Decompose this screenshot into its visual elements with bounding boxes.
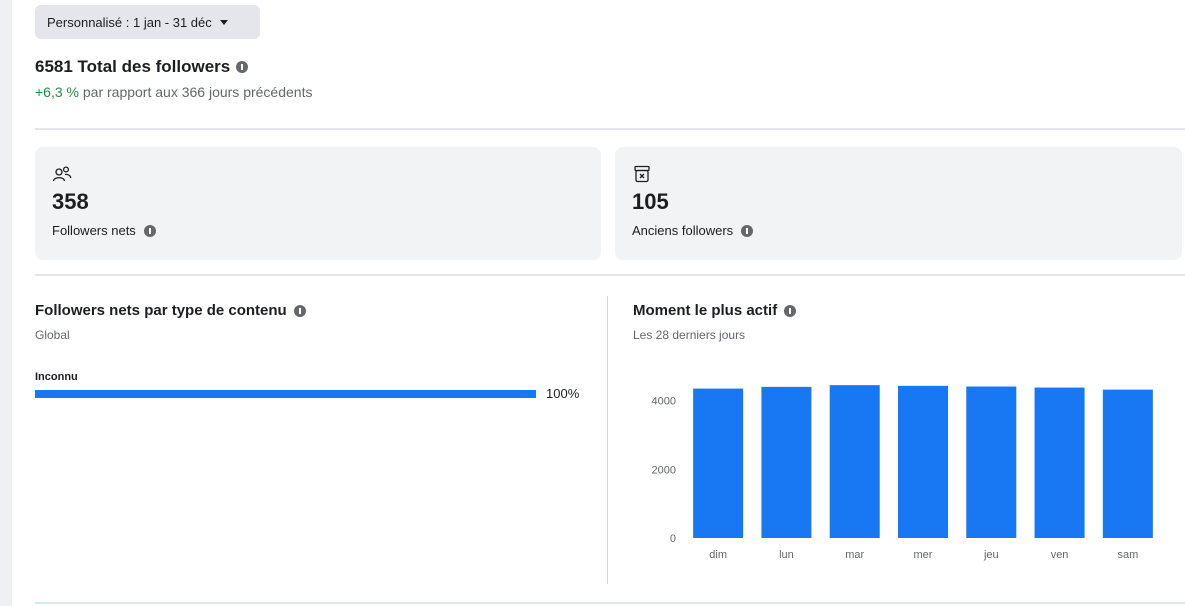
info-icon[interactable] xyxy=(784,304,797,317)
divider xyxy=(35,602,1185,604)
former-followers-card: 105 Anciens followers xyxy=(615,147,1182,260)
y-tick-label: 4000 xyxy=(652,396,676,408)
delta-context: par rapport aux 366 jours précédents xyxy=(78,84,313,100)
chart-bar-mar[interactable] xyxy=(829,385,880,538)
x-tick-label: mar xyxy=(845,549,864,561)
date-range-label: Personnalisé : 1 jan - 31 déc xyxy=(47,14,212,30)
divider xyxy=(35,274,1185,276)
y-tick-label: 0 xyxy=(670,533,676,545)
followers-delta: +6,3 % par rapport aux 366 jours précéde… xyxy=(35,84,312,100)
x-tick-label: jeu xyxy=(983,549,999,561)
active-time-title-text: Moment le plus actif xyxy=(633,302,778,319)
content-type-subtitle: Global xyxy=(35,328,70,342)
chart-bar-ven[interactable] xyxy=(1034,387,1085,538)
net-followers-label: Followers nets xyxy=(52,223,136,238)
content-bar-percent: 100% xyxy=(546,386,580,401)
former-followers-label: Anciens followers xyxy=(632,223,734,238)
active-time-title: Moment le plus actif xyxy=(633,302,797,319)
net-followers-value: 358 xyxy=(52,189,89,214)
chart-bar-jeu[interactable] xyxy=(966,386,1017,538)
caret-down-icon xyxy=(219,19,228,25)
vertical-divider xyxy=(607,296,608,584)
info-icon[interactable] xyxy=(236,61,249,73)
people-icon xyxy=(52,166,72,182)
chart-bar-lun[interactable] xyxy=(761,386,812,538)
chart-bar-sam[interactable] xyxy=(1102,389,1153,538)
content-bar-track xyxy=(35,390,536,398)
x-tick-label: sam xyxy=(1117,549,1138,561)
content-bar-label: Inconnu xyxy=(35,371,78,383)
former-followers-label-row: Anciens followers xyxy=(632,223,1165,238)
net-followers-label-row: Followers nets xyxy=(52,223,584,238)
net-followers-card: 358 Followers nets xyxy=(35,147,601,260)
info-icon[interactable] xyxy=(741,224,754,237)
x-tick-label: lun xyxy=(779,549,794,561)
left-rail xyxy=(0,0,12,606)
content-bar-fill xyxy=(35,390,536,398)
chart-bar-mer[interactable] xyxy=(898,385,948,538)
info-icon[interactable] xyxy=(143,224,156,237)
info-icon[interactable] xyxy=(293,304,306,317)
former-followers-value: 105 xyxy=(632,189,669,214)
x-tick-label: ven xyxy=(1051,549,1069,561)
total-followers-text: 6581 Total des followers xyxy=(35,57,231,76)
total-followers-heading: 6581 Total des followers xyxy=(35,57,249,77)
content-type-title: Followers nets par type de contenu xyxy=(35,302,306,319)
date-range-dropdown[interactable]: Personnalisé : 1 jan - 31 déc xyxy=(35,5,260,39)
archive-x-icon xyxy=(634,165,650,183)
active-time-chart: 0 2000 4000 dim lun mar mer jeu ven sam xyxy=(652,385,1153,561)
x-tick-label: mer xyxy=(914,549,933,561)
content-type-title-text: Followers nets par type de contenu xyxy=(35,302,287,319)
y-tick-label: 2000 xyxy=(652,464,676,476)
delta-value: +6,3 % xyxy=(35,84,79,100)
active-time-subtitle: Les 28 derniers jours xyxy=(633,328,746,342)
x-tick-label: dim xyxy=(709,549,727,561)
divider xyxy=(35,128,1185,130)
chart-bar-dim[interactable] xyxy=(693,388,744,538)
